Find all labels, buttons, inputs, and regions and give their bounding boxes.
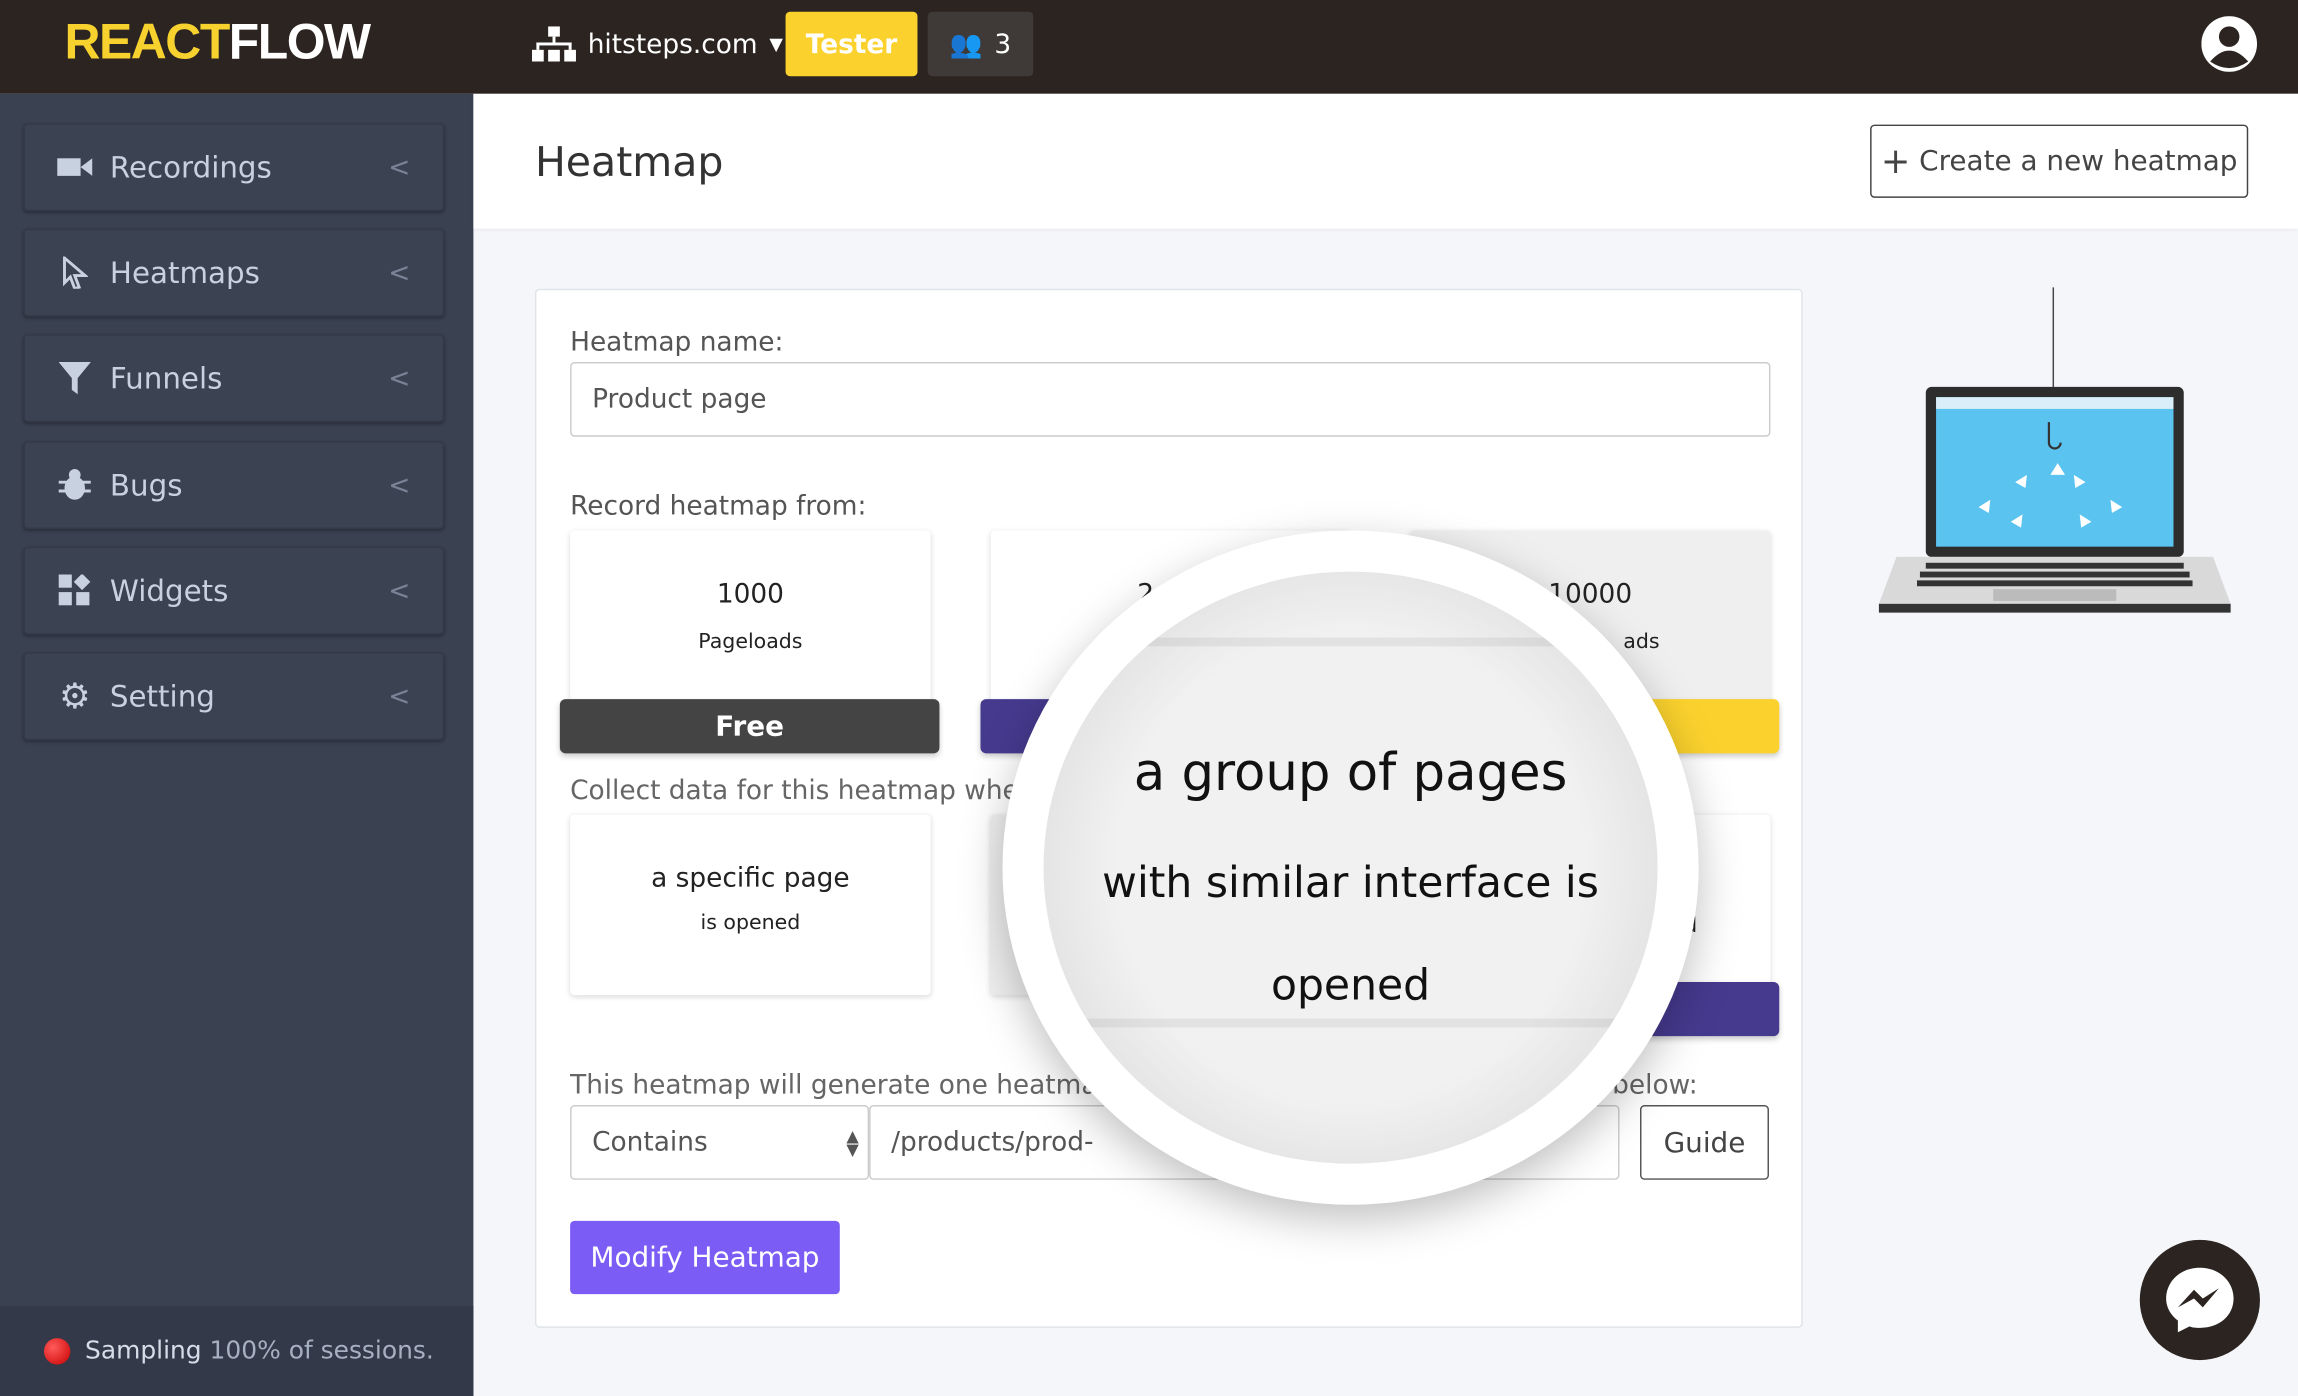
- laptop-illustration: [1878, 287, 2231, 613]
- collect-label: Collect data for this heatmap when:: [570, 775, 1045, 807]
- heatmap-name-label: Heatmap name:: [570, 326, 784, 358]
- video-camera-icon: [57, 155, 93, 178]
- tester-button[interactable]: Tester: [785, 11, 918, 77]
- chevron-left-icon: <: [388, 469, 411, 501]
- plus-icon: +: [1880, 140, 1911, 182]
- sidebar-item-setting[interactable]: ⚙ Setting <: [23, 652, 445, 741]
- magnifier-overlay: a group of pages with similar interface …: [1002, 530, 1699, 1205]
- messenger-chat-button[interactable]: [2139, 1239, 2260, 1361]
- page-header: Heatmap + Create a new heatmap: [473, 93, 2298, 229]
- user-account-icon[interactable]: [2201, 16, 2258, 72]
- cursor-icon: [57, 256, 92, 289]
- free-button[interactable]: Free: [559, 699, 940, 754]
- sidebar-item-funnels[interactable]: Funnels <: [23, 334, 445, 423]
- logo[interactable]: REACTFLOW: [64, 15, 371, 72]
- create-heatmap-button[interactable]: + Create a new heatmap: [1870, 124, 2249, 198]
- guide-button[interactable]: Guide: [1640, 1105, 1769, 1180]
- users-icon: 👥: [949, 28, 983, 60]
- sitemap-icon: [532, 26, 576, 62]
- chevron-left-icon: <: [388, 257, 411, 288]
- team-count: 3: [994, 28, 1012, 60]
- collect-option-specific-page[interactable]: a specific page is opened: [570, 814, 931, 996]
- heatmap-name-input[interactable]: Product page: [570, 362, 1771, 437]
- chevron-left-icon: <: [388, 151, 411, 183]
- site-name: hitsteps.com: [587, 28, 758, 60]
- site-selector[interactable]: hitsteps.com ▼: [532, 26, 783, 62]
- sidebar-item-heatmaps[interactable]: Heatmaps <: [23, 228, 445, 317]
- sampling-status: Sampling 100% of sessions.: [0, 1305, 474, 1396]
- modify-heatmap-button[interactable]: Modify Heatmap: [570, 1220, 840, 1295]
- sidebar-item-recordings[interactable]: Recordings <: [23, 123, 445, 212]
- widgets-icon: [57, 574, 92, 607]
- match-type-select[interactable]: Contains ▲ ▼: [570, 1105, 870, 1180]
- funnel-icon: [57, 362, 92, 395]
- record-label: Record heatmap from:: [570, 490, 867, 522]
- record-option-1000[interactable]: 1000 Pageloads: [570, 530, 931, 714]
- select-arrows-icon: ▲ ▼: [846, 1126, 859, 1159]
- gear-icon: ⚙: [58, 675, 91, 717]
- caret-down-icon: ▼: [769, 33, 783, 55]
- team-button[interactable]: 👥 3: [927, 11, 1034, 77]
- top-bar: REACTFLOW hitsteps.com ▼ Tester 👥 3: [0, 0, 2298, 94]
- bug-icon: [57, 468, 92, 501]
- sidebar: Recordings < Heatmaps < Funnels < Bugs < Wid…: [0, 93, 474, 1396]
- messenger-icon: [2166, 1267, 2234, 1333]
- page-title: Heatmap: [534, 137, 724, 187]
- sidebar-item-widgets[interactable]: Widgets <: [23, 546, 445, 635]
- chevron-left-icon: <: [388, 680, 411, 712]
- chevron-left-icon: <: [388, 362, 411, 394]
- generate-label-start: This heatmap will generate one heatmap f…: [570, 1069, 1149, 1101]
- chevron-left-icon: <: [388, 575, 411, 607]
- status-dot-icon: [43, 1338, 71, 1365]
- sidebar-item-bugs[interactable]: Bugs <: [23, 441, 445, 530]
